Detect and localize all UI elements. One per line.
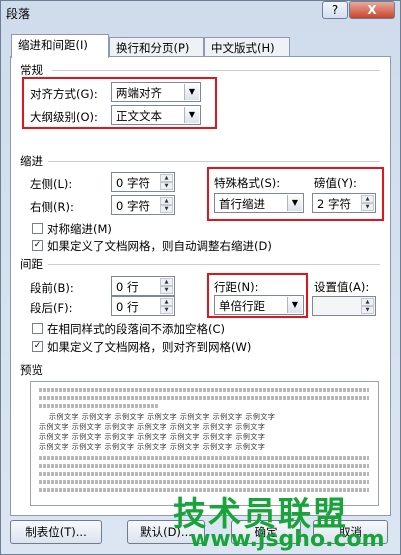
spin-down-icon[interactable]: ▼ <box>160 182 173 190</box>
snap-to-grid-checkbox[interactable]: ✓ <box>32 341 43 352</box>
left-indent-spinner[interactable]: 0 字符 ▲ ▼ <box>111 172 175 192</box>
mirror-indent-checkbox[interactable] <box>32 223 43 234</box>
spacing-at-spinner[interactable]: ▲ ▼ <box>312 296 376 316</box>
outline-level-label: 大纲级别(O): <box>30 110 98 124</box>
preview-section-label: 预览 <box>20 363 43 377</box>
checkmark-icon: ✓ <box>33 341 42 351</box>
space-before-spinner[interactable]: 0 行 ▲ ▼ <box>111 276 175 296</box>
spacing-at-label: 设置值(A): <box>314 280 370 294</box>
indent-section-label: 缩进 <box>20 154 43 168</box>
spin-up-icon[interactable]: ▲ <box>361 298 374 306</box>
general-section-label: 常规 <box>20 63 43 77</box>
preview-next-line <box>39 472 369 476</box>
indent-by-value: 2 字符 <box>317 197 351 211</box>
right-indent-spinner[interactable]: 0 字符 ▲ ▼ <box>111 195 175 215</box>
special-format-value: 首行缩进 <box>219 197 265 211</box>
checkmark-icon: ✓ <box>33 240 42 250</box>
line-spacing-label: 行距(N): <box>214 280 259 294</box>
alignment-value: 两端对齐 <box>116 86 162 100</box>
spacing-divider <box>48 264 380 265</box>
dropdown-arrow-icon: ▼ <box>184 84 199 100</box>
tabs-button[interactable]: 制表位(T)... <box>10 520 102 544</box>
preview-sample-line: 示例文字 示例文字 示例文字 示例文字 示例文字 示例文字 示例文字 <box>39 443 266 451</box>
spin-down-icon[interactable]: ▼ <box>160 286 173 294</box>
dropdown-arrow-icon: ▼ <box>184 107 199 123</box>
spin-down-icon[interactable]: ▼ <box>361 306 374 314</box>
right-indent-label: 右侧(R): <box>30 200 74 214</box>
outline-level-value: 正文文本 <box>116 109 162 123</box>
dropdown-arrow-icon: ▼ <box>287 195 302 211</box>
spin-down-icon[interactable]: ▼ <box>160 205 173 213</box>
space-after-spinner[interactable]: 0 行 ▲ ▼ <box>111 296 175 316</box>
snap-to-grid-label: 如果定义了文档网格，则对齐到网格(W) <box>47 340 252 354</box>
spin-down-icon[interactable]: ▼ <box>160 306 173 314</box>
line-spacing-select[interactable]: 单倍行距 ▼ <box>214 295 304 315</box>
watermark-url: www.jsgho.com <box>190 527 385 552</box>
tab-indent-spacing[interactable]: 缩进和间距(I) <box>11 34 109 58</box>
space-before-label: 段前(B): <box>30 281 74 295</box>
spin-up-icon[interactable]: ▲ <box>160 298 173 306</box>
preview-next-line <box>39 480 369 484</box>
preview-next-line <box>39 464 369 468</box>
spin-up-icon[interactable]: ▲ <box>160 174 173 182</box>
dialog-title: 段落 <box>6 7 31 21</box>
no-space-same-style-label: 在相同样式的段落间不添加空格(C) <box>47 322 226 336</box>
right-indent-value: 0 字符 <box>116 199 150 213</box>
tab-asian-typography[interactable]: 中文版式(H) <box>204 37 290 57</box>
preview-sample-line: 示例文字 示例文字 示例文字 示例文字 示例文字 示例文字 示例文字 <box>39 423 266 431</box>
indent-by-label: 磅值(Y): <box>314 176 357 190</box>
space-before-value: 0 行 <box>116 280 139 294</box>
spin-up-icon[interactable]: ▲ <box>160 278 173 286</box>
left-indent-value: 0 字符 <box>116 176 150 190</box>
preview-prev-line <box>39 396 369 400</box>
alignment-label: 对齐方式(G): <box>30 87 98 101</box>
preview-sample-line: 示例文字 示例文字 示例文字 示例文字 示例文字 示例文字 示例文字 <box>49 413 276 421</box>
dropdown-arrow-icon: ▼ <box>287 297 302 313</box>
tab-line-page-breaks[interactable]: 换行和分页(P) <box>109 37 204 57</box>
special-format-label: 特殊格式(S): <box>214 176 281 190</box>
alignment-select[interactable]: 两端对齐 ▼ <box>111 82 201 102</box>
outline-level-select[interactable]: 正文文本 ▼ <box>111 105 201 125</box>
special-format-select[interactable]: 首行缩进 ▼ <box>214 193 304 213</box>
spin-up-icon[interactable]: ▲ <box>361 195 374 203</box>
space-after-label: 段后(F): <box>30 301 73 315</box>
spacing-section-label: 间距 <box>20 257 43 271</box>
spin-down-icon[interactable]: ▼ <box>361 203 374 211</box>
help-button[interactable]: ? <box>322 1 348 19</box>
preview-sample-line: 示例文字 示例文字 示例文字 示例文字 示例文字 示例文字 示例文字 <box>39 433 266 441</box>
spin-up-icon[interactable]: ▲ <box>160 197 173 205</box>
general-divider <box>52 70 380 71</box>
indent-by-spinner[interactable]: 2 字符 ▲ ▼ <box>312 193 376 213</box>
auto-right-indent-label: 如果定义了文档网格，则自动调整右缩进(D) <box>47 239 272 253</box>
auto-right-indent-checkbox[interactable]: ✓ <box>32 240 43 251</box>
indent-divider <box>48 161 380 162</box>
preview-next-line <box>39 456 369 460</box>
left-indent-label: 左侧(L): <box>30 177 73 191</box>
space-after-value: 0 行 <box>116 300 139 314</box>
preview-prev-line <box>39 404 159 408</box>
close-button[interactable]: X <box>349 1 395 19</box>
no-space-same-style-checkbox[interactable] <box>32 323 43 334</box>
mirror-indent-label: 对称缩进(M) <box>47 222 112 236</box>
line-spacing-value: 单倍行距 <box>219 299 265 313</box>
preview-prev-line <box>39 388 369 392</box>
